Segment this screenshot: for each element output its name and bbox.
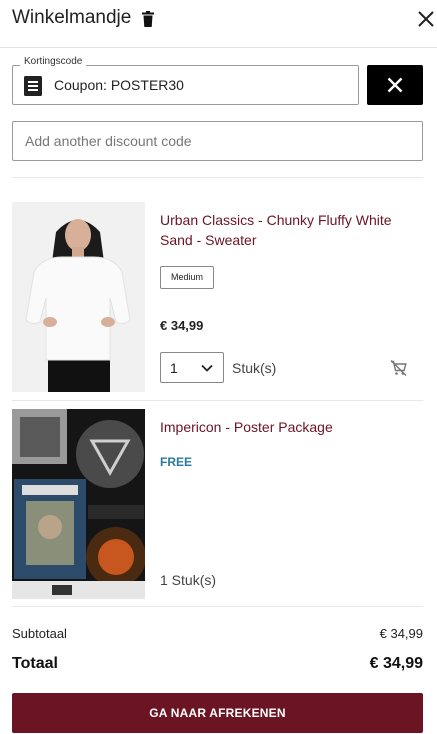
trash-icon[interactable] xyxy=(141,11,155,27)
total-value: € 34,99 xyxy=(369,655,423,672)
free-price-label: FREE xyxy=(160,455,193,469)
coupon-field-label: Kortingscode xyxy=(20,56,87,67)
chevron-down-icon xyxy=(201,364,213,372)
cart-header: Winkelmandje xyxy=(0,0,437,48)
product-price: € 34,99 xyxy=(160,318,204,333)
quantity-select[interactable]: 1 xyxy=(160,352,224,383)
quantity-text: 1 Stuk(s) xyxy=(160,572,217,588)
product-title-poster-package[interactable]: Impericon - Poster Package xyxy=(160,417,428,437)
subtotal-value: € 34,99 xyxy=(379,626,423,641)
variant-badge: Medium xyxy=(160,266,214,289)
divider xyxy=(12,400,423,401)
remove-coupon-button[interactable] xyxy=(367,65,423,105)
receipt-icon xyxy=(24,76,42,96)
close-icon[interactable] xyxy=(417,10,435,28)
quantity-unit: Stuk(s) xyxy=(232,360,277,376)
divider xyxy=(12,177,423,178)
quantity-value: 1 xyxy=(170,360,178,376)
discount-code-input[interactable] xyxy=(12,121,423,161)
cart-title: Winkelmandje xyxy=(12,7,132,28)
remove-from-cart-icon[interactable] xyxy=(390,360,407,376)
subtotal-label: Subtotaal xyxy=(12,626,67,641)
divider xyxy=(12,606,423,607)
applied-coupon-field: Coupon: POSTER30 xyxy=(12,65,359,105)
product-image-sweater[interactable] xyxy=(12,202,145,392)
close-icon xyxy=(387,77,403,93)
product-image-poster-package[interactable] xyxy=(12,409,145,599)
checkout-button[interactable]: GA NAAR AFREKENEN xyxy=(12,693,423,733)
product-title-sweater[interactable]: Urban Classics - Chunky Fluffy White San… xyxy=(160,210,428,250)
coupon-code-text: Coupon: POSTER30 xyxy=(54,77,184,93)
total-label: Totaal xyxy=(12,655,58,672)
